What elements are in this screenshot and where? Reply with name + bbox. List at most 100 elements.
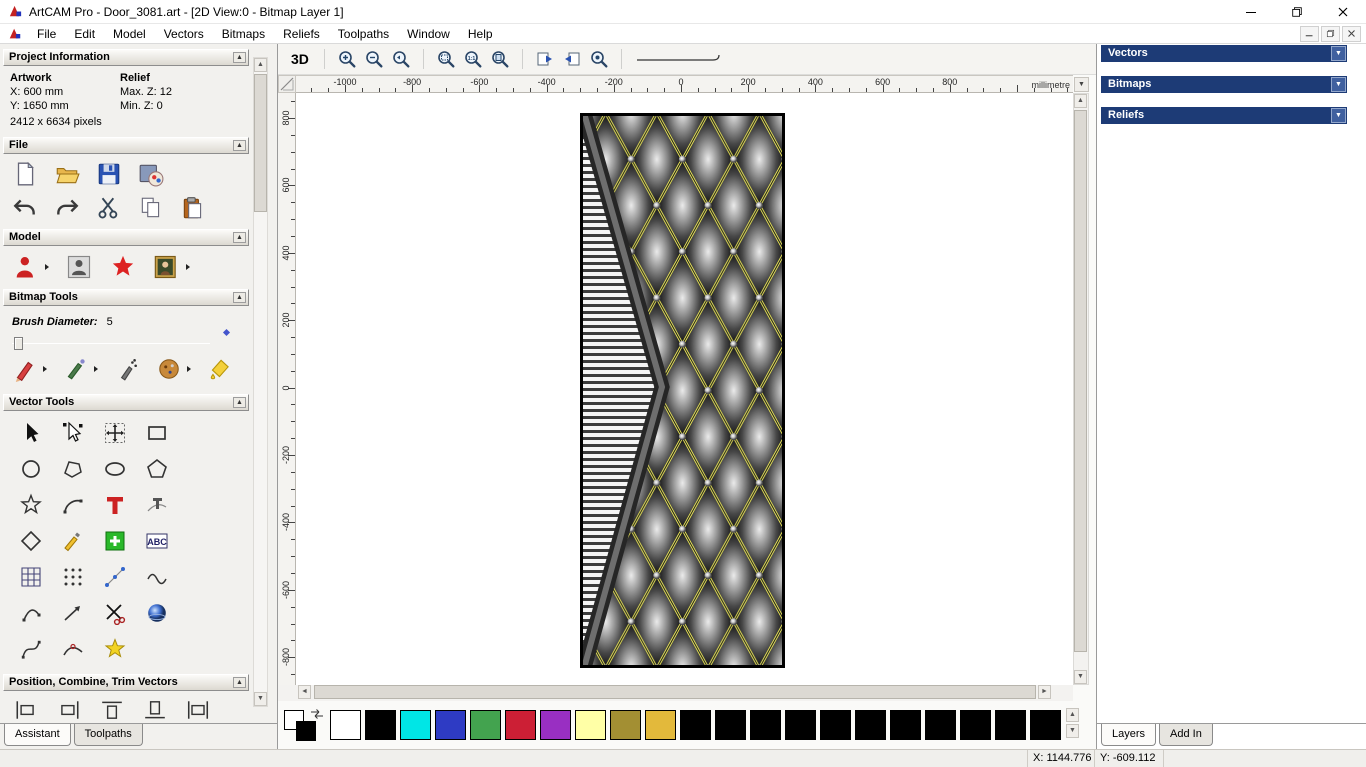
scroll-left-button[interactable]: ◄ bbox=[298, 685, 311, 699]
chevron-down-icon[interactable]: ▼ bbox=[1331, 108, 1346, 123]
collapse-section-button[interactable]: ▲ bbox=[233, 52, 246, 63]
align-right-icon[interactable] bbox=[57, 699, 81, 721]
tool-button[interactable] bbox=[10, 487, 52, 523]
cut-icon[interactable] bbox=[96, 195, 122, 221]
palette-swatch-17[interactable] bbox=[925, 710, 956, 740]
flyout-arrow-icon[interactable] bbox=[45, 264, 49, 270]
menu-vectors[interactable]: Vectors bbox=[155, 25, 213, 43]
collapse-section-button[interactable]: ▲ bbox=[233, 232, 246, 243]
zoom-window-icon[interactable] bbox=[436, 49, 456, 69]
swap-colors-icon[interactable] bbox=[310, 708, 324, 720]
flood-fill-icon[interactable] bbox=[207, 356, 233, 382]
menu-toolpaths[interactable]: Toolpaths bbox=[329, 25, 398, 43]
tool-button[interactable]: ABC bbox=[136, 523, 178, 559]
tool-button[interactable] bbox=[10, 559, 52, 595]
zoom-in-icon[interactable] bbox=[337, 49, 357, 69]
canvas-vertical-scrollbar[interactable]: ▲ ▼ bbox=[1073, 93, 1089, 685]
tool-button[interactable] bbox=[10, 523, 52, 559]
flyout-arrow-icon[interactable] bbox=[187, 366, 191, 372]
palette-swatch-13[interactable] bbox=[785, 710, 816, 740]
scrollbar-thumb[interactable] bbox=[254, 74, 267, 212]
tool-button[interactable] bbox=[10, 595, 52, 631]
scroll-down-button[interactable]: ▼ bbox=[254, 692, 267, 706]
palette-swatch-10[interactable] bbox=[680, 710, 711, 740]
pan-view-icon[interactable] bbox=[589, 49, 609, 69]
door-design[interactable] bbox=[580, 113, 785, 668]
ruler-corner[interactable] bbox=[278, 75, 296, 93]
tool-button[interactable] bbox=[136, 487, 178, 523]
palette-swatch-16[interactable] bbox=[890, 710, 921, 740]
ruler-units-dropdown[interactable]: ▼ bbox=[1074, 77, 1089, 92]
spray-tool-icon[interactable] bbox=[114, 356, 140, 382]
vectors-section-header[interactable]: Vectors ▼ bbox=[1101, 45, 1347, 62]
center-horizontal-icon[interactable] bbox=[186, 699, 210, 721]
texture-cookie-icon[interactable] bbox=[156, 356, 182, 382]
slider-track[interactable] bbox=[12, 343, 210, 344]
redo-icon[interactable] bbox=[54, 195, 80, 221]
section-header-project-information[interactable]: Project Information ▲ bbox=[3, 49, 249, 66]
palette-swatch-2[interactable] bbox=[400, 710, 431, 740]
palette-swatch-7[interactable] bbox=[575, 710, 606, 740]
palette-scroll-down-button[interactable]: ▼ bbox=[1066, 724, 1079, 738]
tool-button[interactable] bbox=[52, 451, 94, 487]
tab-layers[interactable]: Layers bbox=[1101, 724, 1157, 746]
align-top-icon[interactable] bbox=[100, 699, 124, 721]
section-header-vector-tools[interactable]: Vector Tools ▲ bbox=[3, 394, 249, 411]
secondary-color-swatch[interactable] bbox=[296, 721, 316, 741]
tool-button[interactable] bbox=[136, 559, 178, 595]
tool-button[interactable] bbox=[52, 523, 94, 559]
slider-handle[interactable] bbox=[14, 337, 23, 350]
palette-swatch-4[interactable] bbox=[470, 710, 501, 740]
tab-assistant[interactable]: Assistant bbox=[4, 724, 71, 746]
tool-button[interactable] bbox=[94, 559, 136, 595]
copy-icon[interactable] bbox=[138, 195, 164, 221]
primary-secondary-color-selector[interactable] bbox=[284, 708, 326, 742]
collapse-section-button[interactable]: ▲ bbox=[233, 677, 246, 688]
section-header-file[interactable]: File ▲ bbox=[3, 137, 249, 154]
menu-file[interactable]: File bbox=[28, 25, 65, 43]
mdi-close-button[interactable] bbox=[1342, 25, 1361, 42]
palette-swatch-9[interactable] bbox=[645, 710, 676, 740]
model-figure-icon[interactable] bbox=[12, 253, 40, 281]
new-model-icon[interactable] bbox=[12, 161, 38, 187]
undo-icon[interactable] bbox=[12, 195, 38, 221]
tool-button[interactable] bbox=[52, 631, 94, 667]
relief-stamp-icon[interactable] bbox=[109, 253, 137, 281]
collapse-section-button[interactable]: ▲ bbox=[233, 292, 246, 303]
tool-button[interactable] bbox=[136, 595, 178, 631]
palette-swatch-11[interactable] bbox=[715, 710, 746, 740]
menu-window[interactable]: Window bbox=[398, 25, 459, 43]
tab-add-in[interactable]: Add In bbox=[1159, 724, 1213, 746]
chevron-down-icon[interactable]: ▼ bbox=[1331, 77, 1346, 92]
brush-diameter-slider[interactable] bbox=[12, 328, 238, 352]
reliefs-section-header[interactable]: Reliefs ▼ bbox=[1101, 107, 1347, 124]
save-model-icon[interactable] bbox=[96, 161, 122, 187]
align-left-icon[interactable] bbox=[14, 699, 38, 721]
flyout-arrow-icon[interactable] bbox=[43, 366, 47, 372]
zoom-extents-icon[interactable] bbox=[490, 49, 510, 69]
align-bottom-icon[interactable] bbox=[143, 699, 167, 721]
palette-swatch-3[interactable] bbox=[435, 710, 466, 740]
palette-swatch-1[interactable] bbox=[365, 710, 396, 740]
chevron-down-icon[interactable]: ▼ bbox=[1331, 46, 1346, 61]
section-header-position-combine-trim[interactable]: Position, Combine, Trim Vectors ▲ bbox=[3, 674, 249, 691]
zoom-previous-icon[interactable] bbox=[391, 49, 411, 69]
tool-button[interactable] bbox=[94, 451, 136, 487]
menu-reliefs[interactable]: Reliefs bbox=[274, 25, 329, 43]
tool-button[interactable] bbox=[94, 631, 136, 667]
previous-view-icon[interactable] bbox=[535, 49, 555, 69]
palette-swatch-18[interactable] bbox=[960, 710, 991, 740]
tool-button[interactable] bbox=[10, 415, 52, 451]
tool-button[interactable] bbox=[10, 631, 52, 667]
scrollbar-thumb[interactable] bbox=[314, 685, 1036, 699]
tab-toolpaths[interactable]: Toolpaths bbox=[73, 724, 143, 746]
palette-swatch-12[interactable] bbox=[750, 710, 781, 740]
scroll-up-button[interactable]: ▲ bbox=[254, 58, 267, 72]
tool-button[interactable] bbox=[52, 595, 94, 631]
mdi-minimize-button[interactable] bbox=[1300, 25, 1319, 42]
restore-button[interactable] bbox=[1274, 0, 1320, 23]
menu-model[interactable]: Model bbox=[104, 25, 155, 43]
palette-swatch-6[interactable] bbox=[540, 710, 571, 740]
tool-button[interactable] bbox=[94, 415, 136, 451]
greyscale-model-icon[interactable] bbox=[65, 253, 93, 281]
